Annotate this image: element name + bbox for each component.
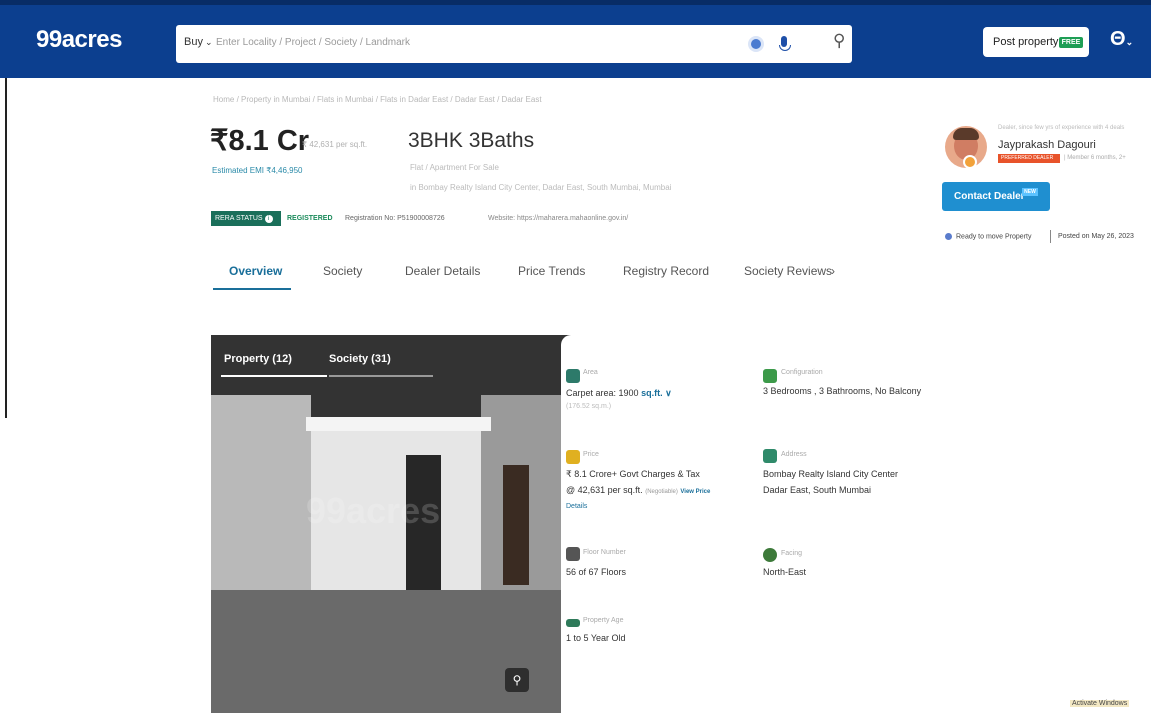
tab-dealer-details[interactable]: Dealer Details [405, 264, 480, 278]
property-details-panel: Area Carpet area: 1900 sq.ft. ∨ (176.52 … [561, 335, 949, 713]
floor-icon [566, 547, 580, 561]
chevron-right-icon[interactable]: › [831, 264, 835, 278]
address-label: Address [781, 451, 807, 458]
post-property-label: Post property [993, 36, 1059, 48]
configuration-value: 3 Bedrooms , 3 Bathrooms, No Balcony [763, 386, 922, 396]
tab-price-trends[interactable]: Price Trends [518, 264, 585, 278]
avatar-hair [953, 128, 979, 140]
ready-to-move-status: Ready to move Property [945, 233, 1031, 240]
photo-tab-divider [329, 375, 433, 377]
photo-floor [211, 590, 571, 713]
search-bar[interactable]: Buy ⌄ Enter Locality / Project / Society … [176, 25, 852, 63]
photo-ceiling-cove [306, 417, 491, 431]
tab-society-photos[interactable]: Society (31) [329, 353, 391, 365]
post-property-button[interactable]: Post property FREE [983, 27, 1089, 57]
user-glyph: Θ [1110, 28, 1126, 50]
area-label: Area [583, 369, 598, 376]
property-age-label: Property Age [583, 617, 624, 624]
preferred-dealer-badge: PREFERRED DEALER [998, 154, 1060, 163]
search-input[interactable]: Enter Locality / Project / Society / Lan… [216, 37, 410, 48]
property-age-value: 1 to 5 Year Old [566, 633, 626, 643]
overview-card: 99acres Property (12) Society (31) ⚲ Are… [211, 335, 949, 713]
zoom-icon[interactable]: ⚲ [505, 668, 529, 692]
active-tab-indicator [213, 288, 291, 290]
address-icon [763, 449, 777, 463]
free-badge: FREE [1059, 37, 1083, 48]
rera-status-badge: RERA STATUS i [211, 211, 281, 226]
dealer-experience: Dealer, since few yrs of experience with… [998, 125, 1125, 131]
ready-to-move-text: Ready to move Property [956, 233, 1032, 241]
site-logo[interactable]: 99acres [36, 26, 122, 54]
floor-value: 56 of 67 Floors [566, 567, 627, 577]
buy-dropdown[interactable]: Buy ⌄ [184, 36, 213, 48]
property-age-icon [566, 619, 580, 627]
contact-dealer-label: Contact Dealer [954, 191, 1025, 202]
status-dot-icon [945, 233, 952, 240]
photo-tab-indicator [221, 375, 327, 377]
contact-dealer-button[interactable]: Contact Dealer NEW [942, 182, 1050, 211]
tab-society-reviews[interactable]: Society Reviews [744, 264, 832, 278]
price-per-sqft: ₹ 42,631 per sq.ft. [302, 140, 368, 149]
price-details-link[interactable]: Details [566, 503, 587, 510]
configuration-label: Configuration [781, 369, 823, 376]
address-line-1: Bombay Realty Island City Center [763, 469, 899, 479]
listing-location: in Bombay Realty Island City Center, Dad… [410, 183, 672, 192]
price-label: Price [583, 451, 599, 458]
tab-property-photos[interactable]: Property (12) [224, 353, 292, 365]
price-per-sqft-value: @ 42,631 per sq.ft. (Negotiable) View Pr… [566, 485, 710, 495]
section-tabs: Overview Society Dealer Details Price Tr… [213, 258, 835, 292]
area-icon [566, 369, 580, 383]
location-icon[interactable] [751, 39, 761, 49]
top-navigation-bar: 99acres Buy ⌄ Enter Locality / Project / … [0, 0, 1151, 78]
posted-date: Posted on May 26, 2023 [1058, 233, 1134, 240]
area-value-text: Carpet area: 1900 [566, 388, 639, 398]
chevron-down-icon: ⌄ [204, 37, 213, 47]
facing-label: Facing [781, 550, 803, 557]
divider [1050, 230, 1051, 243]
corner-note: Activate Windows [1070, 700, 1130, 707]
page-edge [5, 78, 7, 418]
view-price-link[interactable]: View Price [680, 489, 710, 495]
price-value: ₹ 8.1 Crore+ Govt Charges & Tax [566, 469, 700, 479]
price-icon [566, 450, 580, 464]
rera-label: RERA STATUS [215, 215, 263, 222]
buy-label: Buy [184, 36, 203, 48]
user-account-icon[interactable]: Θ⌄ [1110, 28, 1133, 51]
tab-society[interactable]: Society [323, 264, 362, 278]
registration-number: Registration No: P51900008726 [345, 215, 445, 222]
area-value: Carpet area: 1900 sq.ft. ∨ [566, 388, 672, 399]
medal-icon [963, 155, 977, 169]
listing-title: 3BHK 3Baths [408, 129, 535, 152]
search-icon[interactable]: ⚲ [833, 31, 845, 51]
tab-registry-record[interactable]: Registry Record [623, 264, 709, 278]
photo-watermark: 99acres [306, 490, 441, 531]
dealer-name[interactable]: Jayprakash Dagouri [998, 139, 1096, 151]
price-per-sqft-text: @ 42,631 per sq.ft. [566, 485, 643, 495]
dealer-membership: | Member 6 months, 2+ [1064, 155, 1126, 161]
address-line-2: Dadar East, South Mumbai [763, 485, 872, 495]
rera-registered: REGISTERED [287, 215, 333, 222]
area-note: (176.52 sq.m.) [566, 403, 612, 410]
chevron-down-icon: ⌄ [1125, 37, 1134, 47]
negotiable-tag: (Negotiable) [645, 489, 678, 495]
facing-icon [763, 548, 777, 562]
rera-website[interactable]: Website: https://maharera.mahaonline.gov… [488, 215, 628, 222]
microphone-icon[interactable] [779, 36, 791, 51]
property-photo[interactable]: 99acres Property (12) Society (31) ⚲ [211, 335, 571, 713]
configuration-icon [763, 369, 777, 383]
info-icon[interactable]: i [264, 215, 273, 223]
facing-value: North-East [763, 567, 807, 577]
topbar-edge [0, 0, 1151, 5]
tab-overview[interactable]: Overview [229, 264, 282, 278]
floor-label: Floor Number [583, 549, 626, 556]
breadcrumb[interactable]: Home / Property in Mumbai / Flats in Mum… [213, 95, 542, 104]
area-unit-dropdown[interactable]: sq.ft. [641, 388, 663, 398]
photo-door [503, 465, 529, 585]
listing-price: ₹8.1 Cr [210, 125, 310, 157]
estimated-emi[interactable]: Estimated EMI ₹4,46,950 [212, 166, 302, 175]
listing-subtitle: Flat / Apartment For Sale [410, 163, 499, 172]
new-badge: NEW [1022, 188, 1038, 196]
chevron-down-icon[interactable]: ∨ [665, 388, 672, 398]
